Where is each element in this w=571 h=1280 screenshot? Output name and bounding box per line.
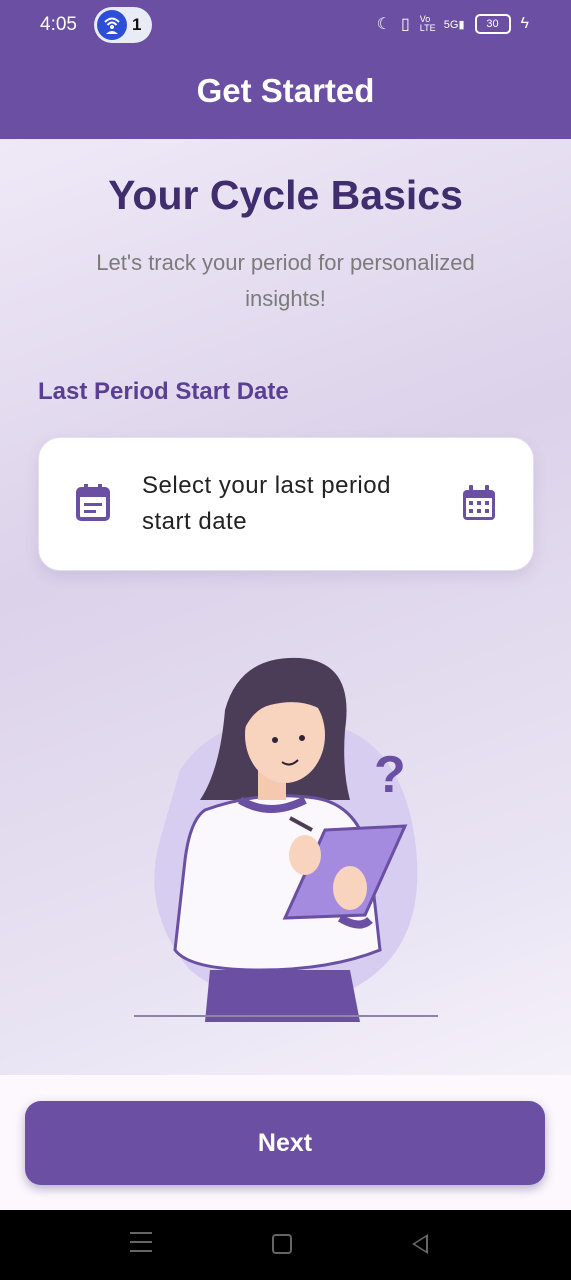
woman-writing-illustration: ? <box>130 650 442 1022</box>
notification-count: 1 <box>132 15 142 34</box>
battery-icon: 30 <box>474 14 511 34</box>
status-time: 4:05 <box>40 14 77 35</box>
vibrate-icon: ▯ <box>400 16 410 33</box>
volte-icon: Vo LTE <box>419 14 436 33</box>
home-button[interactable] <box>272 1234 292 1254</box>
status-bar: 4:05 1 ☾ ▯ Vo LTE 5G▮ 30 ϟ <box>0 0 571 52</box>
back-button[interactable] <box>412 1234 428 1254</box>
date-picker-placeholder: Select your last period start date <box>142 472 391 535</box>
subtitle-text: Let's track your period for personalized… <box>96 250 475 311</box>
page-title: Get Started <box>196 72 375 109</box>
hotspot-icon <box>97 10 127 40</box>
charging-icon: ϟ <box>520 15 529 32</box>
next-button[interactable]: Next <box>25 1101 545 1185</box>
signal-icon: 5G▮ <box>443 18 465 31</box>
event-note-icon <box>75 482 111 522</box>
moon-icon: ☾ <box>376 16 391 33</box>
last-period-label: Last Period Start Date <box>38 378 289 405</box>
section-heading: Your Cycle Basics <box>108 172 463 218</box>
calendar-month-icon[interactable] <box>461 484 497 522</box>
status-icons: ☾ ▯ Vo LTE 5G▮ 30 ϟ <box>377 14 529 34</box>
last-period-date-picker[interactable]: Select your last period start date <box>38 437 534 571</box>
system-nav-bar <box>0 1210 571 1280</box>
hotspot-notification[interactable]: 1 <box>94 7 152 43</box>
app-header: 4:05 1 ☾ ▯ Vo LTE 5G▮ 30 ϟ Get Started <box>0 0 571 139</box>
recent-apps-button[interactable] <box>130 1232 152 1252</box>
question-mark-glyph: ? <box>374 746 406 804</box>
